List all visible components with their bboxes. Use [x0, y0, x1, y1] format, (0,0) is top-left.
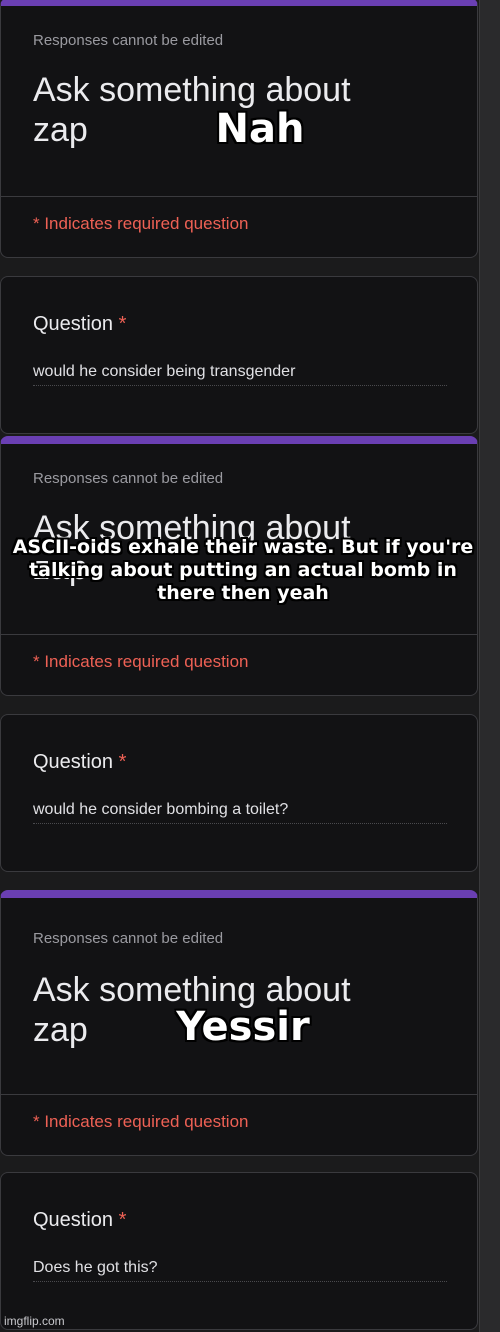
question-label: Question	[33, 313, 114, 335]
responses-notice: Responses cannot be edited	[33, 930, 224, 947]
required-note: * Indicates required question	[33, 214, 249, 233]
overlay-caption: Yessir	[176, 1004, 310, 1050]
responses-notice: Responses cannot be edited	[33, 32, 224, 49]
answer-underline	[33, 823, 447, 824]
question-card: Question * would he consider being trans…	[0, 276, 478, 434]
answer-text[interactable]: Does he got this?	[33, 1259, 158, 1277]
answer-underline	[33, 1281, 447, 1282]
question-label: Question	[33, 751, 114, 773]
question-title: Question *	[33, 751, 126, 774]
required-star: *	[118, 751, 127, 773]
required-star: *	[118, 1209, 127, 1231]
form-title-line1: Ask something about	[33, 71, 351, 109]
answer-underline	[33, 385, 447, 386]
overlay-caption: Nah	[215, 106, 305, 152]
responses-notice: Responses cannot be edited	[33, 470, 224, 487]
answer-text[interactable]: would he consider bombing a toilet?	[33, 801, 288, 819]
question-title: Question *	[33, 1209, 126, 1232]
question-card: Question * would he consider bombing a t…	[0, 714, 478, 872]
question-title: Question *	[33, 313, 126, 336]
required-note: * Indicates required question	[33, 652, 249, 671]
question-card: Question * Does he got this?	[0, 1172, 478, 1330]
question-label: Question	[33, 1209, 114, 1231]
divider	[1, 1094, 477, 1095]
required-note: * Indicates required question	[33, 1112, 249, 1131]
watermark: imgflip.com	[4, 1314, 65, 1328]
overlay-caption: ASCII-oids exhale their waste. But if yo…	[12, 536, 474, 604]
required-star: *	[118, 313, 127, 335]
scrollbar[interactable]	[479, 0, 500, 1332]
divider	[1, 634, 477, 635]
answer-text[interactable]: would he consider being transgender	[33, 363, 295, 381]
divider	[1, 196, 477, 197]
